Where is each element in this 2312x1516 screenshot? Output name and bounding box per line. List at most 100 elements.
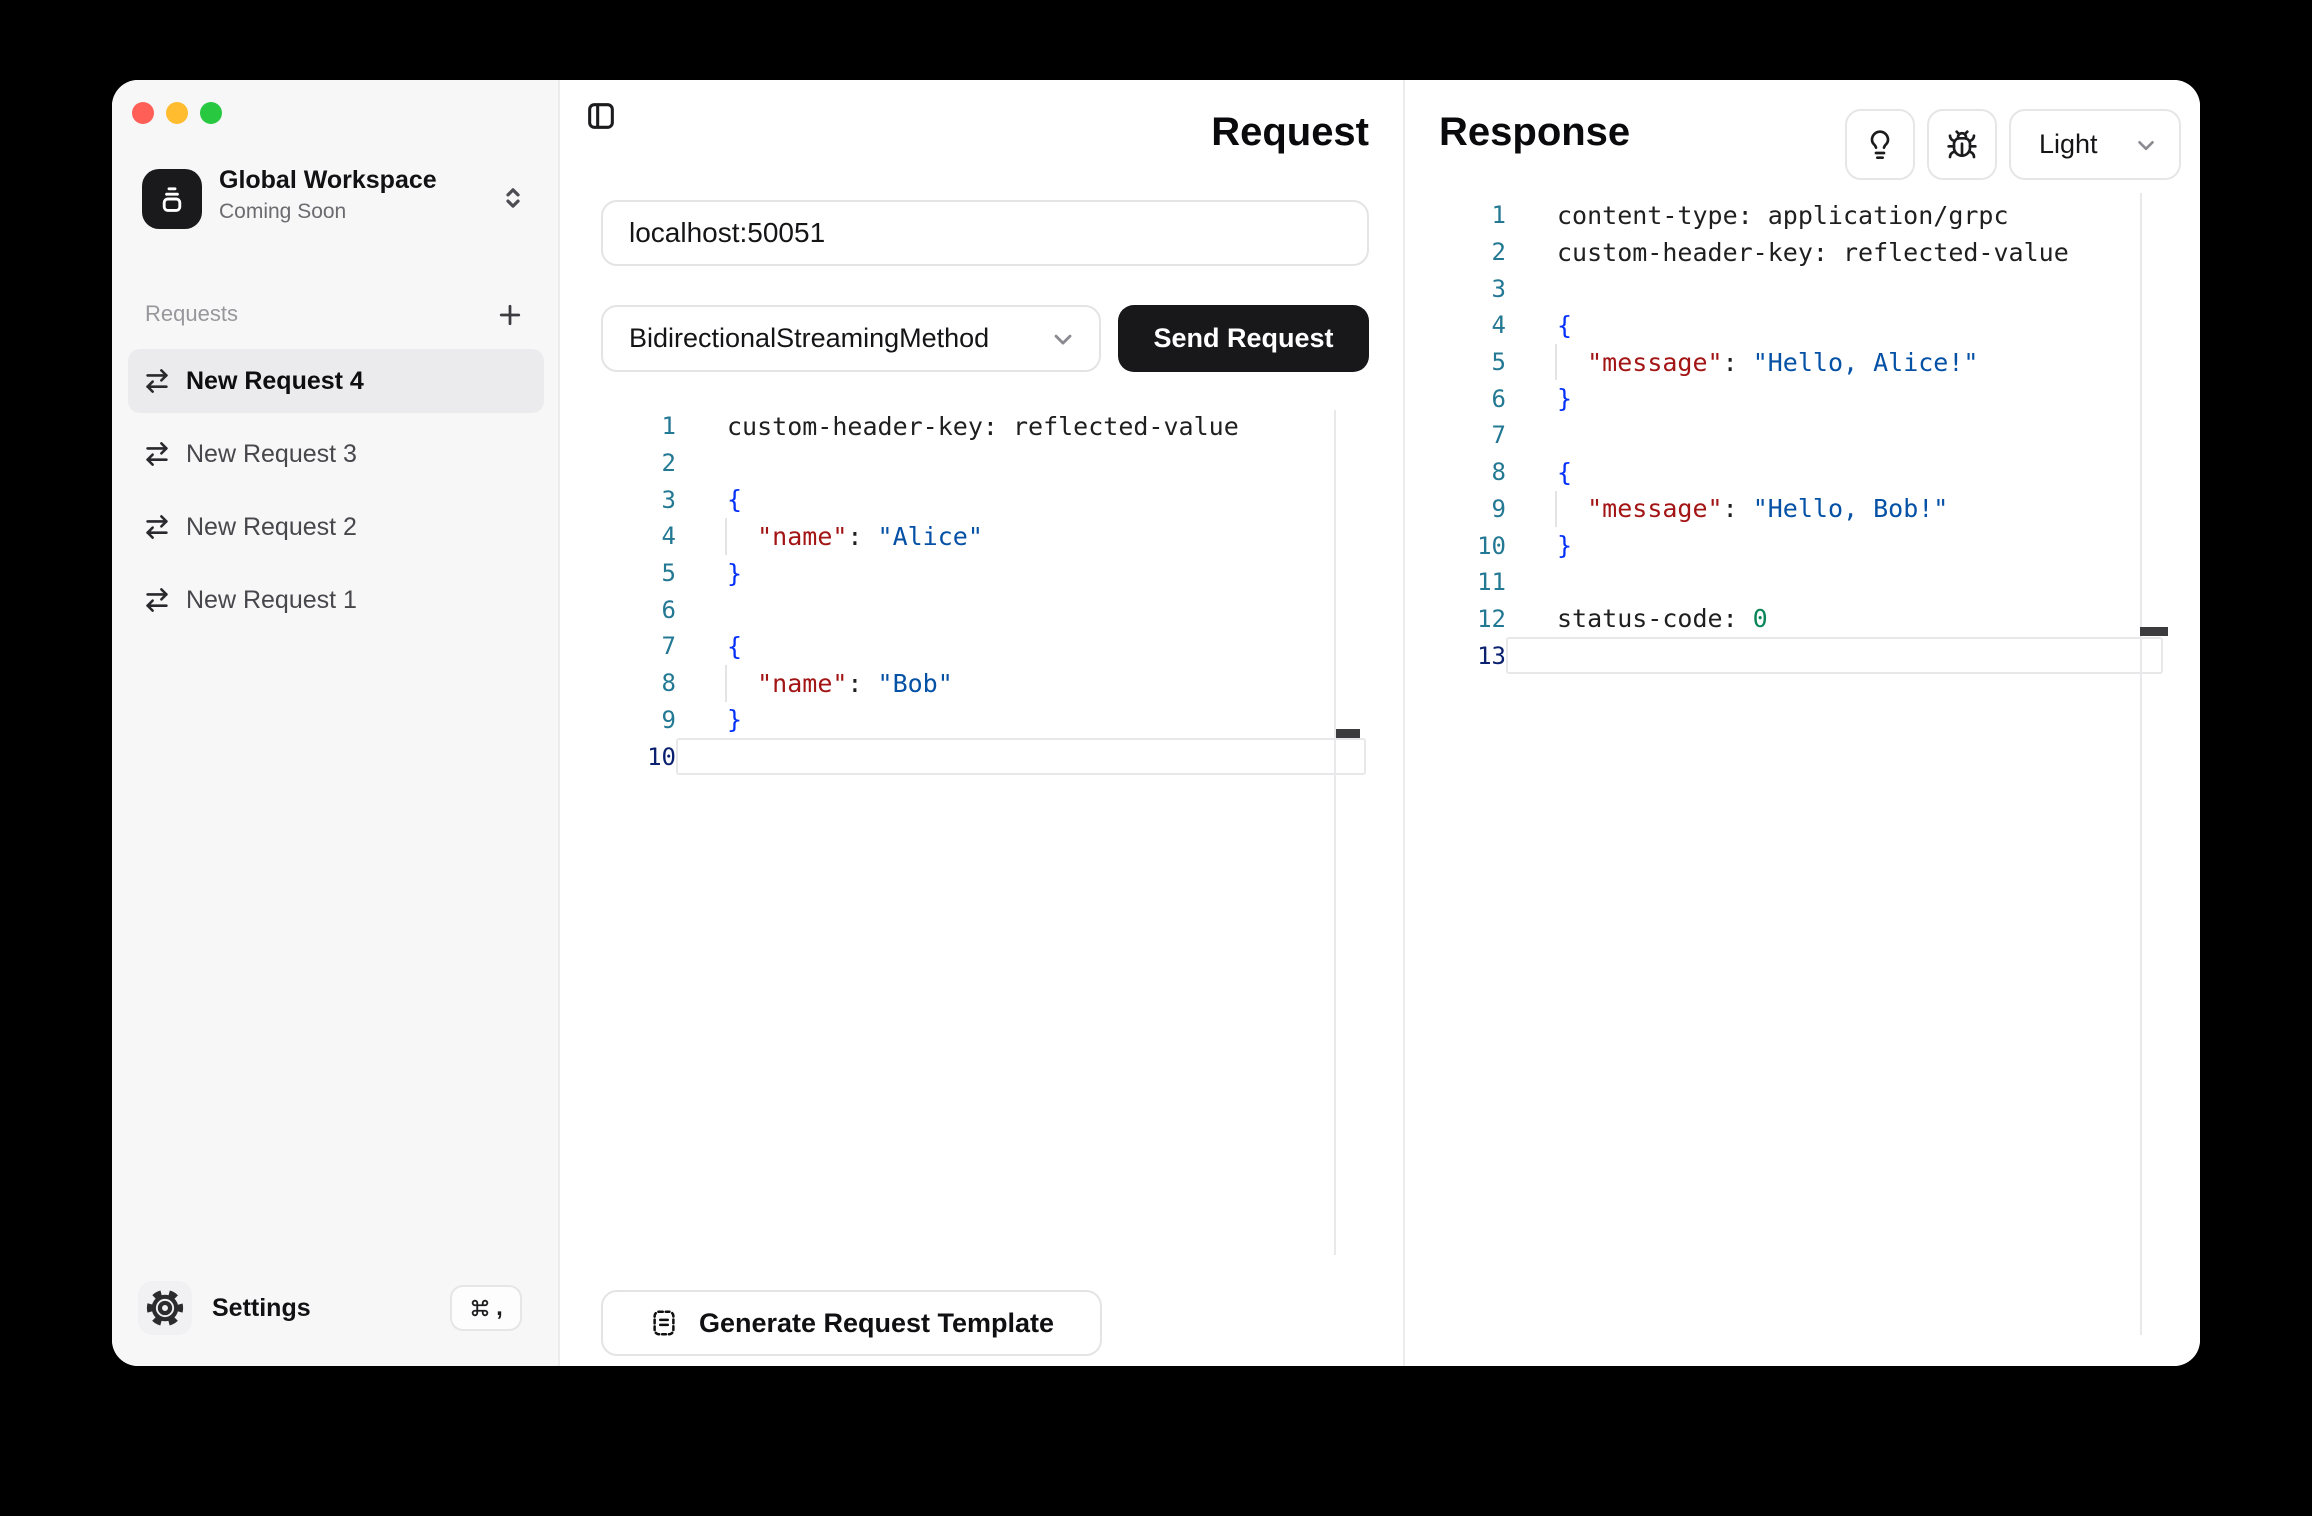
code-line: 13 (1422, 637, 2169, 674)
code-line: 8 "name": "Bob" (592, 665, 1372, 702)
settings-shortcut-badge: , (450, 1285, 522, 1331)
line-number: 10 (1422, 532, 1506, 560)
settings-button[interactable] (138, 1281, 192, 1335)
request-editor[interactable]: 1custom-header-key: reflected-value 2 3{4 … (592, 408, 1372, 775)
code-line: 2custom-header-key: reflected-value (1422, 234, 2169, 271)
debug-button[interactable] (1927, 109, 1997, 180)
code-line: 3{ (592, 481, 1372, 518)
code-line: 9 "message": "Hello, Bob!" (1422, 491, 2169, 528)
line-number: 2 (1422, 238, 1506, 266)
sidebar-request-item[interactable]: New Request 3 (128, 422, 544, 486)
chevron-down-icon (1049, 325, 1077, 353)
line-number: 5 (592, 559, 676, 587)
line-number: 8 (1422, 458, 1506, 486)
line-number: 1 (1422, 201, 1506, 229)
line-number: 10 (592, 743, 676, 771)
code-line: 11 (1422, 564, 2169, 601)
code-line: 10} (1422, 527, 2169, 564)
shortcut-comma: , (496, 1294, 503, 1322)
line-number: 11 (1422, 568, 1506, 596)
toggle-sidebar-button[interactable] (585, 99, 617, 133)
line-number: 7 (592, 632, 676, 660)
request-item-label: New Request 2 (186, 513, 357, 542)
sidebar (112, 80, 560, 1366)
code-line: 3 (1422, 270, 2169, 307)
generate-request-template-label: Generate Request Template (699, 1308, 1054, 1339)
code-line: 9} (592, 702, 1372, 739)
code-line: 5 "message": "Hello, Alice!" (1422, 344, 2169, 381)
theme-selected-label: Light (2039, 129, 2133, 160)
bug-icon (1946, 129, 1978, 161)
workspace-switcher[interactable] (498, 183, 528, 218)
generate-request-template-button[interactable]: Generate Request Template (601, 1290, 1102, 1356)
line-number: 1 (592, 412, 676, 440)
minimize-window-button[interactable] (166, 102, 188, 124)
code-line: 10 (592, 738, 1372, 775)
method-selected-label: BidirectionalStreamingMethod (629, 323, 1049, 354)
arrows-right-left-icon (142, 366, 172, 396)
response-editor-scrollbar-track (2140, 193, 2142, 1335)
code-line: 6 (592, 591, 1372, 628)
code-line: 7 (1422, 417, 2169, 454)
chevron-down-icon (2133, 132, 2159, 158)
arrows-right-left-icon (142, 512, 172, 542)
line-number: 4 (592, 522, 676, 550)
server-url-input[interactable] (601, 200, 1369, 266)
line-number: 9 (592, 706, 676, 734)
code-line: 5} (592, 555, 1372, 592)
response-editor-scrollbar-thumb[interactable] (2140, 627, 2168, 636)
line-number: 13 (1422, 642, 1506, 670)
workspace-icon (142, 169, 202, 229)
line-number: 4 (1422, 311, 1506, 339)
sidebar-request-item[interactable]: New Request 2 (128, 495, 544, 559)
line-number: 9 (1422, 495, 1506, 523)
code-line: 1custom-header-key: reflected-value (592, 408, 1372, 445)
request-item-label: New Request 4 (186, 367, 364, 396)
code-line: 6} (1422, 380, 2169, 417)
hint-button[interactable] (1845, 109, 1915, 180)
arrows-right-left-icon (142, 439, 172, 469)
add-request-button[interactable] (495, 300, 525, 335)
request-item-label: New Request 3 (186, 440, 357, 469)
line-number: 3 (592, 486, 676, 514)
code-line: 1content-type: application/grpc (1422, 197, 2169, 234)
code-line: 7{ (592, 628, 1372, 665)
line-number: 12 (1422, 605, 1506, 633)
lightbulb-icon (1864, 129, 1896, 161)
app-window: Global Workspace Coming Soon Requests Ne… (112, 80, 2200, 1366)
arrows-right-left-icon (142, 585, 172, 615)
command-icon (469, 1297, 491, 1319)
settings-label: Settings (212, 1294, 311, 1323)
request-item-label: New Request 1 (186, 586, 357, 615)
code-line: 12status-code: 0 (1422, 601, 2169, 638)
method-dropdown[interactable]: BidirectionalStreamingMethod (601, 305, 1101, 372)
code-line: 8{ (1422, 454, 2169, 491)
gear-icon (144, 1287, 186, 1329)
workspace-subtitle: Coming Soon (219, 200, 346, 224)
line-number: 8 (592, 669, 676, 697)
request-panel-title: Request (969, 110, 1369, 155)
plus-icon (495, 300, 525, 330)
close-window-button[interactable] (132, 102, 154, 124)
zoom-window-button[interactable] (200, 102, 222, 124)
send-request-button[interactable]: Send Request (1118, 305, 1369, 372)
request-editor-scrollbar-track (1334, 410, 1336, 1255)
code-line: 4 "name": "Alice" (592, 518, 1372, 555)
chevrons-up-down-icon (498, 183, 528, 213)
line-number: 7 (1422, 421, 1506, 449)
sidebar-request-item[interactable]: New Request 1 (128, 568, 544, 632)
line-number: 6 (592, 596, 676, 624)
line-number: 6 (1422, 385, 1506, 413)
response-panel-title: Response (1439, 110, 1630, 155)
workspace-name: Global Workspace (219, 166, 437, 195)
sidebar-request-item[interactable]: New Request 4 (128, 349, 544, 413)
request-editor-scrollbar-thumb[interactable] (1336, 729, 1360, 738)
requests-section-label: Requests (145, 301, 238, 327)
response-editor[interactable]: 1content-type: application/grpc2custom-h… (1422, 197, 2169, 674)
line-number: 3 (1422, 275, 1506, 303)
desktop-background: Global Workspace Coming Soon Requests Ne… (0, 0, 2312, 1516)
line-number: 2 (592, 449, 676, 477)
panel-left-icon (585, 99, 617, 133)
theme-dropdown[interactable]: Light (2009, 109, 2181, 180)
line-number: 5 (1422, 348, 1506, 376)
